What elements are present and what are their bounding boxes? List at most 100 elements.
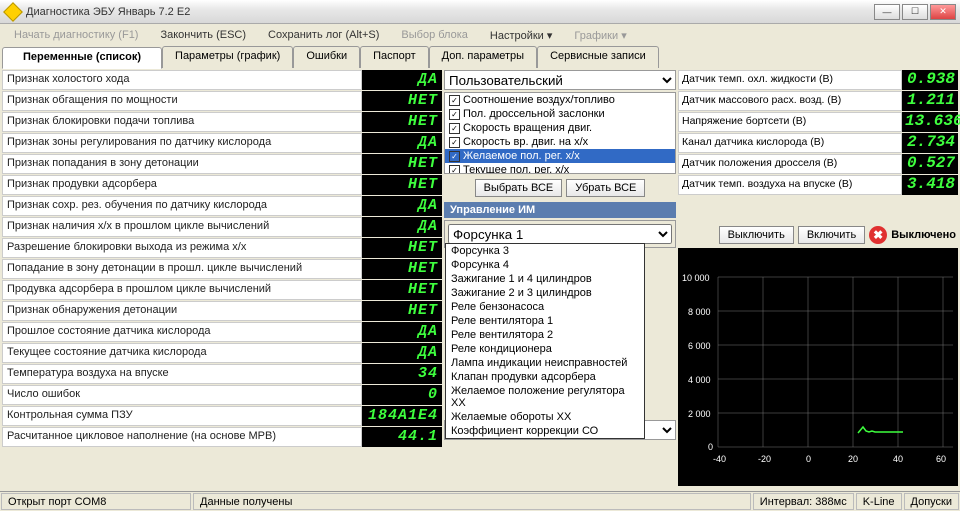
sensor-value: 0.938 bbox=[902, 70, 958, 90]
variable-row: Признак наличия х/х в прошлом цикле вычи… bbox=[2, 217, 442, 237]
im-select[interactable]: Форсунка 1 bbox=[448, 224, 672, 244]
tab-errors[interactable]: Ошибки bbox=[293, 46, 360, 68]
profile-select[interactable]: Пользовательский bbox=[444, 70, 676, 90]
variable-label: Разрешение блокировки выхода из режима х… bbox=[2, 238, 362, 258]
sensor-row: Датчик положения дросселя (В)0.527 bbox=[678, 154, 958, 174]
im-on-button[interactable]: Включить bbox=[798, 226, 865, 244]
variable-row: Признак обнаружения детонацииНЕТ bbox=[2, 301, 442, 321]
dropdown-item[interactable]: Реле вентилятора 2 bbox=[446, 328, 644, 342]
tab-service[interactable]: Сервисные записи bbox=[537, 46, 659, 68]
variable-row: Температура воздуха на впуске34 bbox=[2, 364, 442, 384]
variable-row: Признак попадания в зону детонацииНЕТ bbox=[2, 154, 442, 174]
dropdown-item[interactable]: Клапан продувки адсорбера bbox=[446, 370, 644, 384]
variable-label: Признак зоны регулирования по датчику ки… bbox=[2, 133, 362, 153]
svg-text:4 000: 4 000 bbox=[688, 375, 711, 385]
remove-all-button[interactable]: Убрать ВСЕ bbox=[566, 179, 645, 197]
dropdown-item[interactable]: Зажигание 1 и 4 цилиндров bbox=[446, 272, 644, 286]
profile-item[interactable]: ✓Соотношение воздух/топливо bbox=[445, 93, 675, 107]
profile-item[interactable]: ✓Текущее пол. рег. х/х bbox=[445, 163, 675, 174]
tab-extra[interactable]: Доп. параметры bbox=[429, 46, 537, 68]
svg-text:20: 20 bbox=[848, 454, 858, 464]
dropdown-item[interactable]: Форсунка 3 bbox=[446, 244, 644, 258]
variable-value: 184А1Е4 bbox=[362, 406, 442, 426]
app-icon bbox=[3, 2, 23, 22]
menu-savelog[interactable]: Сохранить лог (Alt+S) bbox=[258, 27, 389, 43]
menu-settings[interactable]: Настройки ▾ bbox=[480, 27, 563, 44]
variable-value: НЕТ bbox=[362, 301, 442, 321]
select-all-button[interactable]: Выбрать ВСЕ bbox=[475, 179, 563, 197]
variable-row: Число ошибок0 bbox=[2, 385, 442, 405]
status-port: Открыт порт COM8 bbox=[1, 493, 191, 510]
profile-item[interactable]: ✓Желаемое пол. рег. х/х bbox=[445, 149, 675, 163]
dropdown-item[interactable]: Реле кондиционера bbox=[446, 342, 644, 356]
profile-item[interactable]: ✓Пол. дроссельной заслонки bbox=[445, 107, 675, 121]
sensor-label: Датчик темп. воздуха на впуске (В) bbox=[678, 175, 902, 195]
tab-variables[interactable]: Переменные (список) bbox=[2, 47, 162, 69]
sensor-label: Датчик массового расх. возд. (В) bbox=[678, 91, 902, 111]
im-header: Управление ИМ bbox=[444, 202, 676, 218]
im-dropdown-list[interactable]: Форсунка 3Форсунка 4Зажигание 1 и 4 цили… bbox=[445, 243, 645, 439]
maximize-button[interactable]: ☐ bbox=[902, 4, 928, 20]
variable-row: Продувка адсорбера в прошлом цикле вычис… bbox=[2, 280, 442, 300]
variable-value: НЕТ bbox=[362, 280, 442, 300]
variable-row: Признак блокировки подачи топливаНЕТ bbox=[2, 112, 442, 132]
window-title: Диагностика ЭБУ Январь 7.2 E2 bbox=[26, 6, 872, 18]
profile-item-label: Соотношение воздух/топливо bbox=[463, 94, 615, 106]
middle-panel: Пользовательский ✓Соотношение воздух/топ… bbox=[444, 70, 676, 486]
variable-value: 34 bbox=[362, 364, 442, 384]
svg-text:10 000: 10 000 bbox=[682, 273, 710, 283]
menu-finish[interactable]: Закончить (ESC) bbox=[150, 27, 256, 43]
right-panel: Датчик темп. охл. жидкости (В)0.938Датчи… bbox=[678, 70, 958, 486]
sensor-label: Датчик темп. охл. жидкости (В) bbox=[678, 70, 902, 90]
sensor-label: Напряжение бортсети (В) bbox=[678, 112, 902, 132]
variable-label: Признак попадания в зону детонации bbox=[2, 154, 362, 174]
profile-item-label: Скорость вр. двиг. на х/х bbox=[463, 136, 588, 148]
status-data: Данные получены bbox=[193, 493, 751, 510]
variable-label: Текущее состояние датчика кислорода bbox=[2, 343, 362, 363]
variable-value: НЕТ bbox=[362, 175, 442, 195]
main-area: Признак холостого хода ДА Признак обгащени… bbox=[0, 68, 960, 488]
dropdown-item[interactable]: Коэффициент коррекции СО bbox=[446, 424, 644, 438]
variable-label: Признак сохр. рез. обучения по датчику к… bbox=[2, 196, 362, 216]
variable-label: Признак обгащения по мощности bbox=[2, 91, 362, 111]
profile-list[interactable]: ✓Соотношение воздух/топливо✓Пол. дроссел… bbox=[444, 92, 676, 174]
dropdown-item[interactable]: Желаемые обороты ХХ bbox=[446, 410, 644, 424]
variable-label: Контрольная сумма ПЗУ bbox=[2, 406, 362, 426]
dropdown-item[interactable]: Реле вентилятора 1 bbox=[446, 314, 644, 328]
sensor-label: Датчик положения дросселя (В) bbox=[678, 154, 902, 174]
sensor-value: 13.636 bbox=[902, 112, 958, 132]
status-extra: Допуски bbox=[904, 493, 959, 510]
sensor-value: 3.418 bbox=[902, 175, 958, 195]
minimize-button[interactable]: — bbox=[874, 4, 900, 20]
dropdown-item[interactable]: Зажигание 2 и 3 цилиндров bbox=[446, 286, 644, 300]
dropdown-item[interactable]: Желаемое положение регулятора ХХ bbox=[446, 384, 644, 410]
cancel-icon[interactable]: ✖ bbox=[869, 226, 887, 244]
dropdown-item[interactable]: Форсунка 4 bbox=[446, 258, 644, 272]
profile-item[interactable]: ✓Скорость вращения двиг. bbox=[445, 121, 675, 135]
variable-value: ДА bbox=[362, 133, 442, 153]
sensor-row: Датчик темп. воздуха на впуске (В)3.418 bbox=[678, 175, 958, 195]
profile-item[interactable]: ✓Скорость вр. двиг. на х/х bbox=[445, 135, 675, 149]
im-off-button[interactable]: Выключить bbox=[719, 226, 794, 244]
svg-text:60: 60 bbox=[936, 454, 946, 464]
profile-item-label: Пол. дроссельной заслонки bbox=[463, 108, 605, 120]
variable-value: НЕТ bbox=[362, 238, 442, 258]
chart-svg: 10 0008 000 6 0004 000 2 0000 -40-20 020… bbox=[678, 248, 958, 486]
variable-row: Прошлое состояние датчика кислородаДА bbox=[2, 322, 442, 342]
dropdown-item[interactable]: Лампа индикации неисправностей bbox=[446, 356, 644, 370]
checkbox-icon: ✓ bbox=[449, 165, 460, 175]
tab-params-chart[interactable]: Параметры (график) bbox=[162, 46, 293, 68]
menu-bar: Начать диагностику (F1) Закончить (ESC) … bbox=[0, 24, 960, 46]
dropdown-item[interactable]: Реле бензонасоса bbox=[446, 300, 644, 314]
variable-row: Признак продувки адсорбераНЕТ bbox=[2, 175, 442, 195]
sensor-row: Канал датчика кислорода (В)2.734 bbox=[678, 133, 958, 153]
tab-passport[interactable]: Паспорт bbox=[360, 46, 429, 68]
profile-item-label: Скорость вращения двиг. bbox=[463, 122, 592, 134]
variable-value: ДА bbox=[362, 343, 442, 363]
close-button[interactable]: ✕ bbox=[930, 4, 956, 20]
profile-item-label: Текущее пол. рег. х/х bbox=[463, 164, 569, 174]
svg-text:6 000: 6 000 bbox=[688, 341, 711, 351]
variable-row: Признак обгащения по мощностиНЕТ bbox=[2, 91, 442, 111]
variable-label: Признак холостого хода bbox=[2, 70, 362, 90]
variable-label: Признак блокировки подачи топлива bbox=[2, 112, 362, 132]
